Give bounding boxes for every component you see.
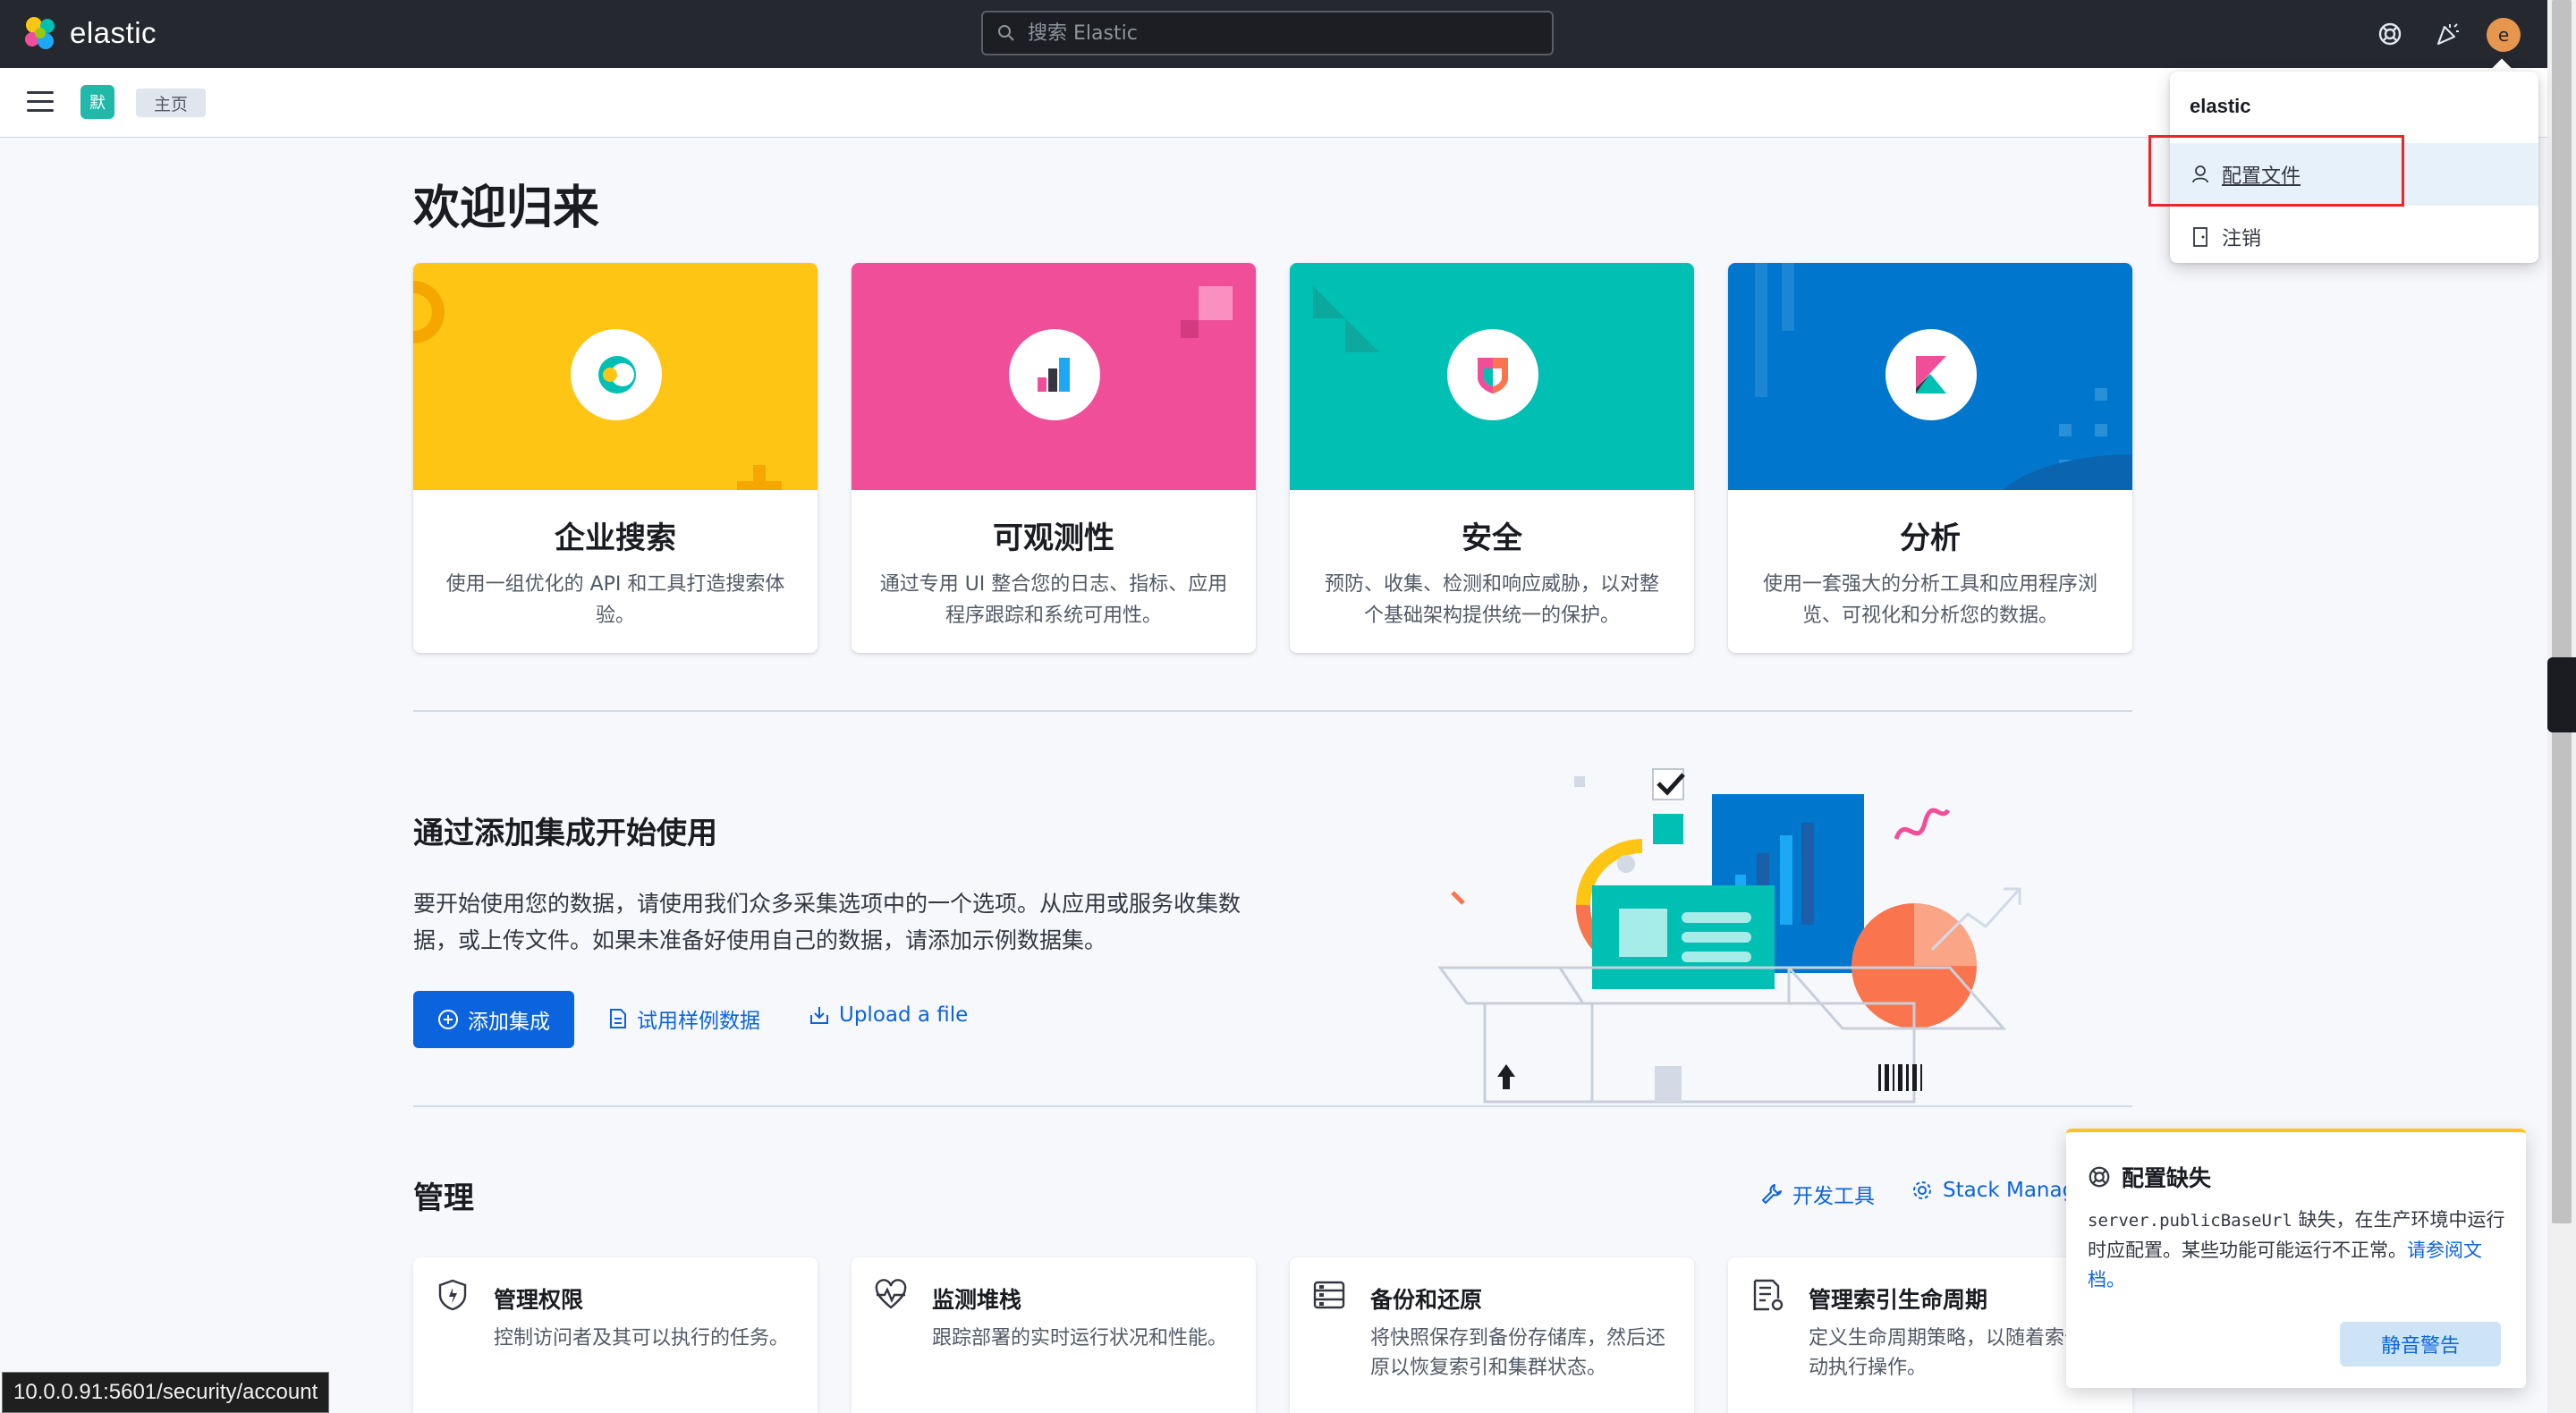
monitor-stack-card[interactable]: 监测堆栈 跟踪部署的实时运行状况和性能。: [852, 1257, 1256, 1413]
search-input[interactable]: [1028, 21, 1529, 45]
section-divider: [413, 710, 2132, 712]
solution-card-observability[interactable]: 可观测性 通过专用 UI 整合您的日志、指标、应用程序跟踪和系统可用性。: [852, 263, 1256, 653]
kibana-logo-icon: [1885, 329, 1977, 420]
upload-file-link[interactable]: Upload a file: [809, 1003, 968, 1027]
card-description: 通过专用 UI 整合您的日志、指标、应用程序跟踪和系统可用性。: [879, 573, 1228, 627]
solution-card-security[interactable]: 安全 预防、收集、检测和响应威胁，以对整个基础架构提供统一的保护。: [1290, 263, 1694, 653]
gear-icon: [1913, 1181, 1931, 1199]
card-description: 使用一套强大的分析工具和应用程序浏览、可视化和分析您的数据。: [1762, 573, 2097, 627]
card-title: 企业搜索: [555, 520, 676, 556]
card-description: 跟踪部署的实时运行状况和性能。: [932, 1327, 1228, 1350]
try-sample-data-label: 试用样例数据: [637, 1010, 760, 1033]
section-divider: [413, 1105, 2132, 1107]
config-warning-toast: 配置缺失 server.publicBaseUrl 缺失，在生产环境中运行时应配…: [2066, 1129, 2526, 1388]
solution-card-analytics[interactable]: 分析 使用一套强大的分析工具和应用程序浏览、可视化和分析您的数据。: [1728, 263, 2132, 653]
card-title: 可观测性: [993, 520, 1114, 556]
import-icon: [810, 1007, 828, 1024]
hamburger-icon-line: [27, 91, 54, 94]
document-icon: [610, 1009, 626, 1028]
observability-logo-icon: [1009, 329, 1100, 420]
card-title: 安全: [1462, 520, 1522, 556]
storage-icon: [1313, 1281, 1345, 1309]
side-drag-handle[interactable]: [2547, 657, 2576, 732]
manage-permissions-card[interactable]: 管理权限 控制访问者及其可以执行的任务。: [413, 1257, 818, 1413]
brand-name: elastic: [70, 16, 157, 49]
shield-icon: [438, 1279, 467, 1311]
global-search[interactable]: [981, 11, 1554, 55]
card-banner: [1728, 263, 2132, 490]
menu-item-logout-label: 注销: [2222, 228, 2262, 250]
lifebuoy-icon: [2089, 1166, 2110, 1188]
card-title: 备份和还原: [1370, 1287, 1483, 1313]
toast-body: server.publicBaseUrl 缺失，在生产环境中运行时应配置。某些功…: [2088, 1206, 2508, 1295]
add-integrations-button[interactable]: 添加集成: [413, 991, 574, 1048]
toast-title: 配置缺失: [2088, 1161, 2211, 1193]
heartbeat-icon: [875, 1279, 907, 1309]
help-button[interactable]: [2374, 18, 2406, 50]
card-title: 监测堆栈: [932, 1287, 1022, 1313]
card-title: 管理索引生命周期: [1809, 1287, 1988, 1313]
security-logo-icon: [1447, 329, 1538, 420]
toast-title-text: 配置缺失: [2122, 1165, 2212, 1191]
menu-toggle-button[interactable]: [27, 91, 54, 114]
hamburger-icon-line: [27, 109, 54, 112]
stack-management-link[interactable]: Stack Manag: [1911, 1179, 2075, 1202]
card-banner: [852, 263, 1256, 490]
elastic-logo-link[interactable]: elastic: [21, 14, 157, 52]
menu-username: elastic: [2190, 95, 2251, 117]
dev-tools-label: 开发工具: [1792, 1185, 1875, 1208]
card-banner: [413, 263, 818, 490]
upload-file-label: Upload a file: [839, 1003, 969, 1027]
breadcrumb-home: 主页: [136, 89, 207, 117]
try-sample-data-link[interactable]: 试用样例数据: [608, 1003, 760, 1034]
add-integrations-label: 添加集成: [468, 1011, 550, 1034]
lifebuoy-icon: [2378, 22, 2402, 46]
backup-restore-card[interactable]: 备份和还原 将快照保存到备份存储库，然后还原以恢复索引和集群状态。: [1290, 1257, 1694, 1413]
search-icon: [998, 25, 1014, 41]
card-title: 分析: [1900, 520, 1961, 556]
top-header: elastic e: [0, 0, 2576, 68]
index-settings-icon: [1753, 1279, 1784, 1311]
card-description: 将快照保存到备份存储库，然后还原以恢复索引和集群状态。: [1370, 1327, 1666, 1379]
exit-icon: [2193, 227, 2207, 247]
cheer-icon: [2436, 23, 2459, 46]
card-description: 控制访问者及其可以执行的任务。: [494, 1327, 790, 1350]
stack-management-label: Stack Manag: [1943, 1179, 2076, 1202]
integrations-description: 要开始使用您的数据，请使用我们众多采集选项中的一个选项。从应用或服务收集数据，或…: [413, 891, 1241, 953]
user-avatar-button[interactable]: e: [2487, 18, 2521, 52]
news-feed-button[interactable]: [2431, 18, 2463, 50]
status-bar-url: 10.0.0.91:5601/security/account: [2, 1372, 330, 1413]
annotation-highlight-box: [2148, 135, 2404, 207]
plus-circle-icon: [438, 1010, 458, 1029]
solution-card-enterprise-search[interactable]: 企业搜索 使用一组优化的 API 和工具打造搜索体验。: [413, 263, 818, 653]
card-title: 管理权限: [494, 1287, 584, 1313]
integrations-illustration: [1437, 768, 2021, 1104]
card-banner: [1290, 263, 1694, 490]
mute-warning-button[interactable]: 静音警告: [2340, 1322, 2501, 1366]
enterprise-search-logo-icon: [571, 329, 662, 420]
card-description: 预防、收集、检测和响应威胁，以对整个基础架构提供统一的保护。: [1324, 573, 1659, 627]
page-scrollbar-thumb[interactable]: [2552, 0, 2572, 1223]
management-title: 管理: [413, 1180, 474, 1216]
integrations-title: 通过添加集成开始使用: [413, 816, 717, 851]
elastic-logo-icon: [25, 17, 55, 49]
toast-code: server.publicBaseUrl: [2088, 1211, 2292, 1231]
wrench-icon: [1762, 1184, 1782, 1204]
breadcrumb-bar: 默 主页: [0, 68, 2547, 138]
page-title: 欢迎归来: [413, 182, 600, 235]
space-selector-button[interactable]: 默: [80, 85, 114, 119]
menu-item-logout[interactable]: 注销: [2170, 206, 2538, 268]
hamburger-icon-line: [27, 100, 54, 103]
card-description: 使用一组优化的 API 和工具打造搜索体验。: [445, 573, 785, 627]
dev-tools-link[interactable]: 开发工具: [1760, 1179, 1875, 1209]
